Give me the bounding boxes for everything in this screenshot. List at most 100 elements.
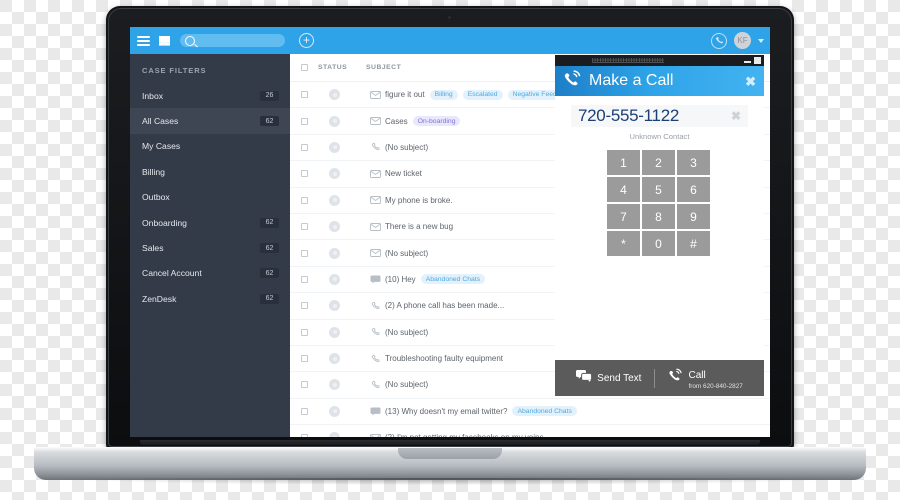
email-icon bbox=[366, 169, 385, 178]
subject-cell: (No subject) bbox=[385, 143, 428, 152]
email-icon bbox=[366, 222, 385, 231]
subject-text: (10) Hey bbox=[385, 274, 416, 284]
row-select-cell bbox=[290, 381, 318, 389]
tag-chip[interactable]: Billing bbox=[429, 89, 458, 100]
status-cell bbox=[318, 194, 366, 206]
row-checkbox[interactable] bbox=[300, 302, 308, 310]
dialpad-key-9[interactable]: 9 bbox=[677, 204, 710, 229]
subject-cell: New ticket bbox=[385, 169, 422, 178]
maximize-icon[interactable] bbox=[754, 57, 761, 64]
table-row[interactable]: (2) I'm not getting my facebooks on my v… bbox=[290, 425, 770, 437]
subject-cell: (10) Hey Abandoned Chats bbox=[385, 274, 486, 285]
sidebar-item-badge: 62 bbox=[260, 217, 279, 228]
select-all-cell bbox=[290, 64, 318, 71]
search-input[interactable] bbox=[198, 36, 282, 45]
dialpad-key-3[interactable]: 3 bbox=[677, 150, 710, 175]
sidebar-item-my-cases[interactable]: My Cases bbox=[130, 134, 290, 159]
sidebar-item-label: Billing bbox=[142, 166, 165, 177]
row-checkbox[interactable] bbox=[300, 223, 308, 231]
status-cell bbox=[318, 300, 366, 312]
phone-circle-icon[interactable] bbox=[711, 32, 727, 49]
tag-chip[interactable]: Escalated bbox=[462, 89, 503, 100]
send-text-button[interactable]: Send Text bbox=[563, 369, 654, 387]
table-row[interactable]: (13) Why doesn't my email twitter? Abando… bbox=[290, 399, 770, 426]
subject-text: My phone is broke. bbox=[385, 195, 453, 205]
row-checkbox[interactable] bbox=[300, 407, 308, 415]
subject-text: There is a new bug bbox=[385, 222, 454, 232]
subject-cell: Cases On-boarding bbox=[385, 116, 461, 127]
chevron-down-icon[interactable] bbox=[758, 38, 764, 43]
row-checkbox[interactable] bbox=[300, 434, 308, 437]
call-button[interactable]: Call from 620-840-2827 bbox=[655, 366, 755, 391]
subject-cell: (No subject) bbox=[385, 380, 428, 389]
sidebar-item-label: Inbox bbox=[142, 90, 164, 101]
row-checkbox[interactable] bbox=[300, 328, 308, 336]
status-badge bbox=[329, 405, 340, 417]
row-select-cell bbox=[290, 407, 318, 415]
dialpad-key-1[interactable]: 1 bbox=[607, 150, 640, 175]
tag-chip[interactable]: On-boarding bbox=[412, 116, 461, 127]
status-badge bbox=[329, 326, 340, 338]
dialpad-key-0[interactable]: 0 bbox=[642, 231, 675, 256]
row-select-cell bbox=[290, 223, 318, 231]
sidebar-item-label: Onboarding bbox=[142, 217, 187, 228]
row-checkbox[interactable] bbox=[300, 355, 308, 363]
sidebar-item-inbox[interactable]: Inbox 26 bbox=[130, 83, 290, 108]
subject-text: (No subject) bbox=[385, 248, 429, 258]
dialpad-key-star[interactable]: * bbox=[607, 231, 640, 256]
status-cell bbox=[318, 379, 366, 391]
sidebar-item-zendesk[interactable]: ZenDesk 62 bbox=[130, 286, 290, 311]
row-checkbox[interactable] bbox=[300, 91, 308, 99]
call-wave-icon bbox=[668, 368, 683, 387]
drag-grip-icon[interactable] bbox=[592, 58, 664, 63]
close-icon[interactable]: ✖ bbox=[745, 75, 756, 88]
clear-number-icon[interactable]: ✖ bbox=[731, 109, 741, 123]
avatar[interactable]: KF bbox=[734, 32, 751, 49]
row-checkbox[interactable] bbox=[300, 275, 308, 283]
dialog-titlebar[interactable] bbox=[555, 55, 764, 66]
tag-chip[interactable]: Abandoned Chats bbox=[420, 274, 486, 285]
subject-text: Troubleshooting faulty equipment bbox=[385, 354, 503, 364]
topbar-left-group bbox=[130, 27, 290, 54]
subject-cell: figure it out Billing Escalated Negative Fe… bbox=[385, 89, 577, 100]
subject-cell: Troubleshooting faulty equipment bbox=[385, 354, 503, 363]
sidebar-item-badge: 26 bbox=[260, 90, 279, 101]
row-select-cell bbox=[290, 302, 318, 310]
row-checkbox[interactable] bbox=[300, 117, 308, 125]
sidebar-item-label: ZenDesk bbox=[142, 293, 177, 304]
dialpad-key-hash[interactable]: # bbox=[677, 231, 710, 256]
row-checkbox[interactable] bbox=[300, 170, 308, 178]
dialpad-key-7[interactable]: 7 bbox=[607, 204, 640, 229]
call-label-group: Call from 620-840-2827 bbox=[688, 366, 742, 391]
sidebar-item-cancel-account[interactable]: Cancel Account 62 bbox=[130, 261, 290, 286]
row-checkbox[interactable] bbox=[300, 196, 308, 204]
inbox-tray-icon[interactable] bbox=[158, 35, 171, 47]
search-box[interactable] bbox=[180, 34, 285, 47]
chat-bubbles-icon bbox=[576, 369, 593, 387]
dialpad-key-4[interactable]: 4 bbox=[607, 177, 640, 202]
row-checkbox[interactable] bbox=[300, 143, 308, 151]
row-checkbox[interactable] bbox=[300, 381, 308, 389]
tag-chip[interactable]: Abandoned Chats bbox=[512, 406, 577, 417]
subject-text: (No subject) bbox=[385, 380, 429, 390]
phone-number-field[interactable]: 720-555-1122 ✖ bbox=[571, 105, 748, 127]
sidebar-item-billing[interactable]: Billing bbox=[130, 159, 290, 184]
status-cell bbox=[318, 405, 366, 417]
dialpad-key-2[interactable]: 2 bbox=[642, 150, 675, 175]
screenshot-stage: + KF CASE FILTERS Inbox 26 All Cases 62 bbox=[0, 0, 900, 500]
sidebar-item-label: Outbox bbox=[142, 192, 170, 203]
dialpad-key-6[interactable]: 6 bbox=[677, 177, 710, 202]
minimize-icon[interactable] bbox=[744, 60, 751, 63]
select-all-checkbox[interactable] bbox=[300, 64, 308, 71]
email-icon bbox=[366, 90, 385, 99]
sidebar-item-sales[interactable]: Sales 62 bbox=[130, 235, 290, 260]
dialpad-key-5[interactable]: 5 bbox=[642, 177, 675, 202]
hamburger-menu-icon[interactable] bbox=[137, 35, 150, 46]
sidebar-item-onboarding[interactable]: Onboarding 62 bbox=[130, 210, 290, 235]
search-icon bbox=[185, 35, 195, 46]
sidebar-item-outbox[interactable]: Outbox bbox=[130, 185, 290, 210]
row-checkbox[interactable] bbox=[300, 249, 308, 257]
sidebar-item-all-cases[interactable]: All Cases 62 bbox=[130, 108, 290, 134]
dialpad-key-8[interactable]: 8 bbox=[642, 204, 675, 229]
add-case-button[interactable]: + bbox=[299, 33, 314, 48]
